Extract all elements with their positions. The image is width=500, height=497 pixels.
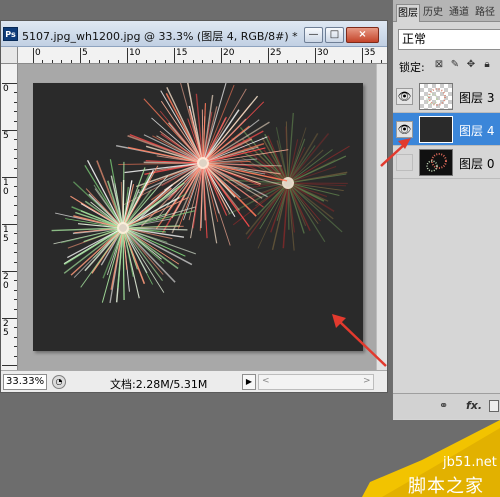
layer-row-4[interactable]: 👁︎ 图层 4	[393, 113, 500, 146]
document-title-bar[interactable]: Ps 5107.jpg_wh1200.jpg @ 33.3% (图层 4, RG…	[1, 21, 387, 47]
ruler-label: 25	[270, 48, 282, 58]
blend-mode-select[interactable]: 正常	[398, 29, 500, 50]
layer-thumbnail	[419, 83, 453, 110]
ruler-label: 5	[3, 131, 9, 141]
status-bar: 33.33% ◔ 文档:2.28M/5.31M ▶ < >	[1, 370, 387, 392]
ruler-label: 10	[129, 48, 141, 58]
ruler-tick	[2, 365, 17, 366]
visibility-toggle-empty[interactable]	[396, 154, 413, 171]
document-size-info: 文档:2.28M/5.31M	[110, 378, 208, 391]
tab-paths[interactable]: 路径	[474, 4, 496, 22]
vertical-scrollbar[interactable]	[376, 64, 387, 370]
ruler-tick	[2, 177, 17, 178]
tab-layers[interactable]: 图层	[396, 4, 420, 22]
ruler-label: 20	[223, 48, 235, 58]
minimize-button[interactable]: —	[304, 27, 323, 43]
fireworks-image	[51, 83, 350, 304]
ruler-origin[interactable]	[1, 47, 18, 64]
ruler-label: 25	[3, 319, 9, 338]
ruler-tick	[2, 318, 17, 319]
layer-row-3[interactable]: 👁︎ 图层 3	[393, 80, 500, 113]
lock-row: 锁定: ⊠ ✎ ✥ 🔒︎	[393, 55, 500, 77]
horizontal-scrollbar[interactable]: < >	[258, 374, 374, 390]
zoom-level-field[interactable]: 33.33%	[3, 374, 47, 390]
layers-panel-footer: ⚭ fx.	[393, 393, 500, 419]
status-menu-arrow[interactable]: ▶	[242, 374, 256, 390]
horizontal-ruler[interactable]: 0 5 10 15 20 25 30 35	[18, 47, 387, 64]
ruler-tick	[2, 224, 17, 225]
lock-all-icon[interactable]: 🔒︎	[481, 59, 493, 71]
firework-green	[51, 159, 197, 304]
ruler-tick	[80, 48, 81, 63]
ruler-label: 5	[82, 48, 88, 58]
firework-red	[115, 83, 289, 246]
ruler-tick	[2, 271, 17, 272]
visibility-eye-icon[interactable]: 👁︎	[396, 88, 413, 105]
scroll-left-icon[interactable]: <	[262, 376, 270, 386]
layer-name[interactable]: 图层 0	[459, 155, 494, 172]
document-window: Ps 5107.jpg_wh1200.jpg @ 33.3% (图层 4, RG…	[0, 20, 388, 393]
ruler-label: 30	[317, 48, 329, 58]
lock-label: 锁定:	[399, 61, 425, 74]
close-button[interactable]: ×	[346, 27, 379, 43]
ruler-tick	[221, 48, 222, 63]
ruler-tick	[2, 83, 17, 84]
tab-history[interactable]: 历史	[422, 4, 444, 22]
watermark-site: jb51.net	[443, 455, 497, 470]
scroll-right-icon[interactable]: >	[363, 376, 371, 386]
panel-tabs: 图层 历史 通道 路径	[393, 0, 500, 22]
layer-name[interactable]: 图层 4	[459, 122, 494, 139]
ruler-tick	[127, 48, 128, 63]
layers-panel: 图层 历史 通道 路径 正常 锁定: ⊠ ✎ ✥ 🔒︎ 👁︎ 图层 3 👁︎ 图…	[392, 0, 500, 420]
layer-thumbnail	[419, 116, 453, 143]
canvas-pasteboard[interactable]	[18, 64, 376, 370]
add-mask-icon[interactable]	[489, 400, 499, 412]
photoshop-app-icon: Ps	[3, 27, 18, 41]
lock-position-icon[interactable]: ✥	[465, 59, 477, 71]
ruler-label: 0	[35, 48, 41, 58]
layer-style-fx-button[interactable]: fx.	[466, 399, 482, 412]
status-options-icon[interactable]: ◔	[52, 375, 66, 389]
ruler-label: 0	[3, 84, 9, 94]
ruler-tick	[362, 48, 363, 63]
layer-row-0[interactable]: 图层 0	[393, 146, 500, 179]
image-canvas[interactable]	[33, 83, 363, 351]
ruler-tick	[33, 48, 34, 63]
layers-list: 👁︎ 图层 3 👁︎ 图层 4 图层 0	[393, 80, 500, 180]
ruler-label: 35	[364, 48, 376, 58]
watermark-text: 脚本之家	[408, 476, 484, 497]
layer-thumbnail	[419, 149, 453, 176]
ruler-label: 15	[176, 48, 188, 58]
tab-channels[interactable]: 通道	[448, 4, 470, 22]
ruler-tick	[174, 48, 175, 63]
lock-image-pixels-icon[interactable]: ✎	[449, 59, 461, 71]
lock-transparency-icon[interactable]: ⊠	[433, 59, 445, 71]
ruler-tick	[268, 48, 269, 63]
document-title: 5107.jpg_wh1200.jpg @ 33.3% (图层 4, RGB/8…	[22, 30, 298, 43]
ruler-tick	[2, 130, 17, 131]
ruler-tick	[315, 48, 316, 63]
vertical-ruler[interactable]: 0 5 10 15 20 25	[1, 64, 18, 370]
maximize-button[interactable]: □	[325, 27, 344, 43]
layer-name[interactable]: 图层 3	[459, 89, 494, 106]
ruler-label: 10	[3, 178, 9, 197]
ruler-label: 20	[3, 272, 9, 291]
visibility-eye-icon[interactable]: 👁︎	[396, 121, 413, 138]
ruler-label: 15	[3, 225, 9, 244]
link-layers-icon[interactable]: ⚭	[439, 399, 448, 412]
